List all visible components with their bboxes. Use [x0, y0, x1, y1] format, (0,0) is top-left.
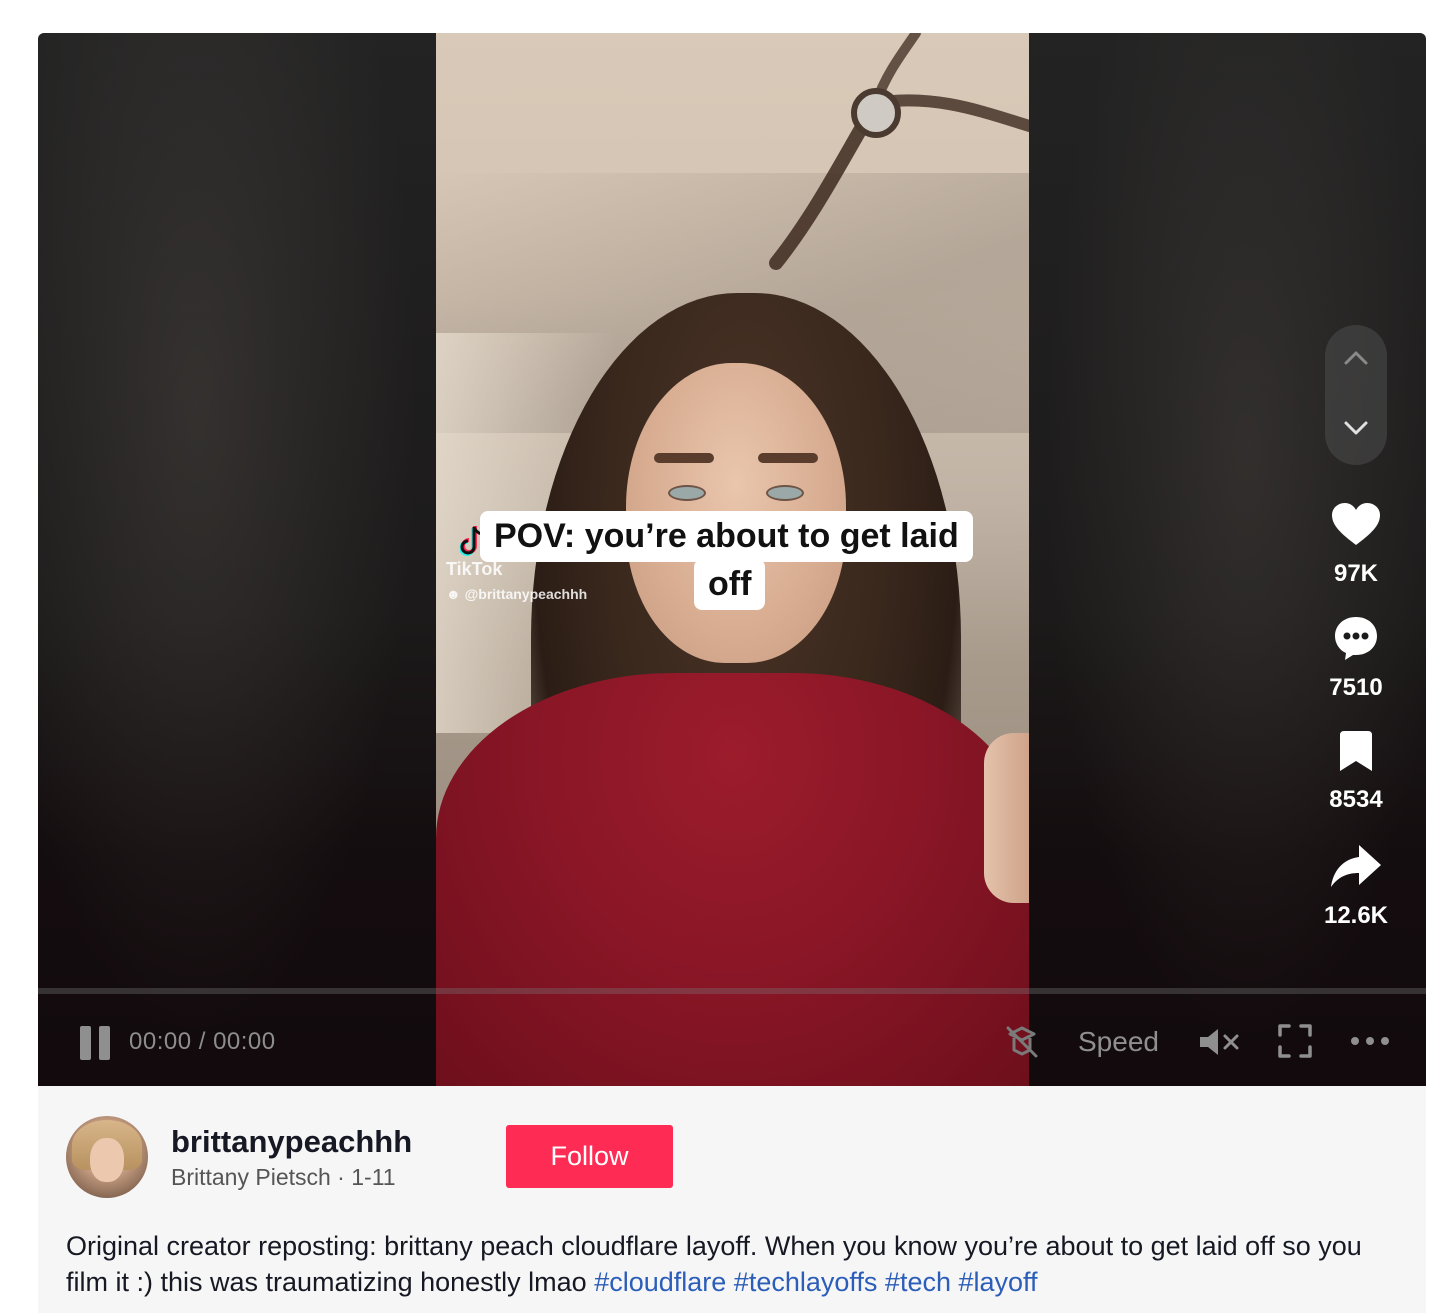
post-description: Original creator reposting: brittany pea…: [66, 1228, 1406, 1300]
video-caption-line-1: POV: you’re about to get laid: [480, 511, 973, 562]
share-count: 12.6K: [1323, 902, 1389, 929]
right-eye: [766, 485, 804, 501]
no-stream-icon[interactable]: [1004, 1024, 1040, 1060]
author-subline: Brittany Pietsch · 1-11: [171, 1164, 396, 1191]
left-eye: [668, 485, 706, 501]
hand: [984, 733, 1029, 903]
save-action[interactable]: 8534: [1316, 731, 1396, 814]
like-count: 97K: [1333, 560, 1379, 587]
share-action[interactable]: 12.6K: [1316, 845, 1396, 930]
comment-icon[interactable]: [1333, 615, 1379, 661]
ceiling-fan: [769, 33, 1029, 270]
watermark-brand: TikTok: [446, 559, 503, 579]
avatar[interactable]: [66, 1116, 148, 1198]
like-action[interactable]: 97K: [1316, 503, 1396, 588]
speed-button[interactable]: Speed: [1078, 1026, 1159, 1058]
post-date: 1-11: [351, 1164, 396, 1190]
chevron-down-icon[interactable]: [1341, 413, 1371, 443]
fullscreen-icon[interactable]: [1278, 1024, 1312, 1058]
chevron-up-icon[interactable]: [1341, 343, 1371, 373]
hashtag-link[interactable]: #layoff: [959, 1267, 1038, 1297]
follow-button[interactable]: Follow: [506, 1125, 673, 1188]
blurred-backdrop-left: [38, 33, 436, 1086]
video-caption-line-2: off: [694, 559, 766, 610]
hashtag-link[interactable]: #tech: [885, 1267, 951, 1297]
hashtag-link[interactable]: #techlayoffs: [734, 1267, 878, 1297]
right-brow: [758, 453, 818, 463]
mute-icon[interactable]: [1198, 1026, 1242, 1058]
save-count: 8534: [1329, 786, 1383, 813]
avatar-face: [90, 1138, 124, 1182]
comment-action[interactable]: 7510: [1316, 615, 1396, 702]
hashtag-link[interactable]: #cloudflare: [594, 1267, 726, 1297]
separator: ·: [330, 1164, 352, 1190]
comment-count: 7510: [1329, 674, 1383, 701]
heart-icon[interactable]: [1332, 503, 1380, 547]
watermark-username: ☻ @brittanypeachhh: [446, 586, 587, 602]
progress-bar[interactable]: [38, 988, 1426, 994]
video-frame[interactable]: POV: you’re about to get laid off TikTok…: [436, 33, 1029, 1086]
video-nav-pill: [1325, 325, 1387, 465]
time-display: 00:00 / 00:00: [129, 1028, 276, 1055]
user-icon: ☻: [446, 586, 465, 602]
bookmark-icon[interactable]: [1338, 731, 1374, 773]
more-icon[interactable]: [1350, 1036, 1390, 1046]
watermark-user-text: @brittanypeachhh: [464, 586, 588, 602]
pause-icon[interactable]: [80, 1026, 110, 1060]
username[interactable]: brittanypeachhh: [171, 1124, 412, 1160]
share-icon[interactable]: [1331, 845, 1381, 889]
video-player[interactable]: POV: you’re about to get laid off TikTok…: [38, 33, 1426, 1086]
left-brow: [654, 453, 714, 463]
player-controls: 00:00 / 00:00 Speed: [38, 1018, 1426, 1068]
display-name: Brittany Pietsch: [171, 1164, 331, 1190]
post-info-panel: brittanypeachhh Brittany Pietsch · 1-11 …: [38, 1086, 1426, 1313]
